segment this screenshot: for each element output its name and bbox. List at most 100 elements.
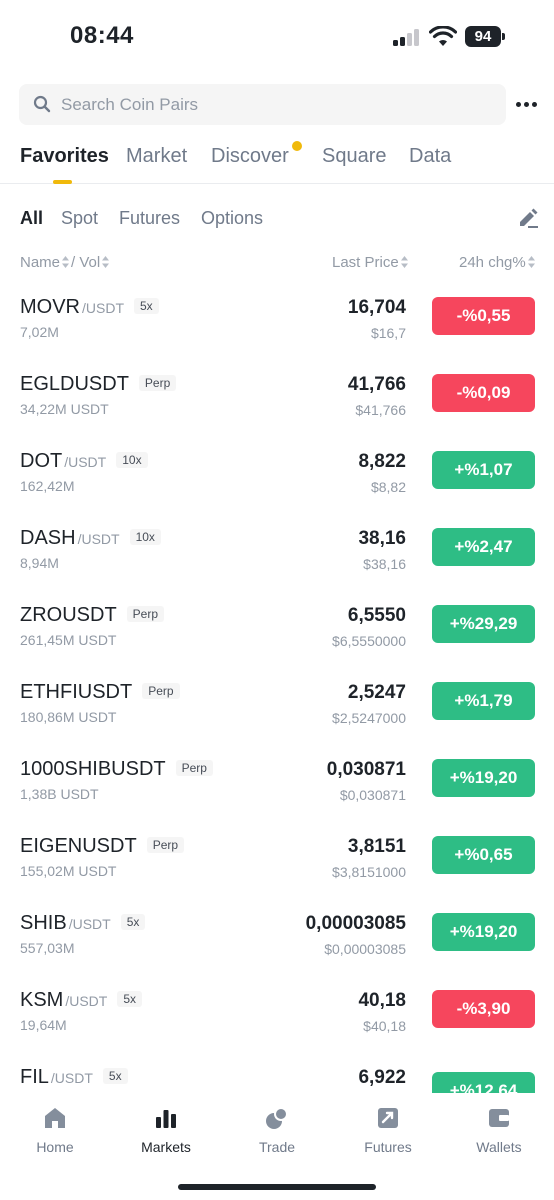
subtab-futures[interactable]: Futures [119, 208, 180, 229]
perp-badge: Perp [138, 375, 177, 391]
subtab-options[interactable]: Options [201, 208, 263, 229]
nav-wallets[interactable]: Wallets [444, 1105, 554, 1155]
change-badge[interactable]: +%0,65 [432, 836, 535, 874]
table-row[interactable]: EIGENUSDT Perp 155,02M USDT 3,8151 $3,815… [0, 835, 554, 911]
tab-square[interactable]: Square [322, 145, 387, 168]
column-header-name[interactable]: Name [20, 254, 60, 271]
change-badge[interactable]: +%19,20 [432, 759, 535, 797]
pair-name: 1000SHIBUSDT Perp [20, 758, 213, 781]
battery-level: 94 [465, 26, 501, 47]
pair-symbol: DOT [20, 450, 63, 472]
nav-label: Home [36, 1139, 74, 1155]
usd-price: $2,5247000 [332, 710, 406, 726]
leverage-badge: 5x [134, 298, 159, 314]
pair-quote: /USDT [77, 531, 120, 547]
subtab-all[interactable]: All [20, 208, 43, 229]
column-header-last-price-label: Last Price [332, 254, 399, 271]
usd-price: $40,18 [363, 1018, 406, 1034]
tab-data[interactable]: Data [409, 145, 451, 168]
column-header-change-label: 24h chg% [459, 254, 526, 271]
tab-discover[interactable]: Discover [211, 145, 289, 168]
table-row[interactable]: ETHFIUSDT Perp 180,86M USDT 2,5247 $2,524… [0, 681, 554, 757]
change-badge[interactable]: -%0,09 [432, 374, 535, 412]
leverage-badge: 10x [129, 529, 161, 545]
pair-symbol: FIL [20, 1066, 49, 1088]
last-price: 2,5247 [347, 682, 406, 703]
sort-icon [400, 256, 408, 268]
last-price: 40,18 [358, 990, 406, 1011]
volume: 7,02M [20, 324, 59, 340]
home-icon [45, 1108, 65, 1128]
usd-price: $3,8151000 [332, 864, 406, 880]
table-row[interactable]: ZROUSDT Perp 261,45M USDT 6,5550 $6,55500… [0, 604, 554, 680]
pair-symbol: EGLDUSDT [20, 373, 129, 395]
volume: 180,86M USDT [20, 709, 117, 725]
trade-icon [266, 1107, 288, 1129]
volume: 1,38B USDT [20, 786, 99, 802]
last-price: 8,822 [358, 451, 406, 472]
nav-futures[interactable]: Futures [333, 1105, 443, 1155]
change-badge[interactable]: +%2,47 [432, 528, 535, 566]
edit-icon[interactable] [517, 207, 539, 229]
tab-market[interactable]: Market [126, 145, 187, 168]
tab-favorites[interactable]: Favorites [20, 145, 109, 168]
column-header-name-vol[interactable]: Name / Vol [20, 254, 111, 271]
volume: 557,03M [20, 940, 75, 956]
table-row[interactable]: EGLDUSDT Perp 34,22M USDT 41,766 $41,766 … [0, 373, 554, 449]
last-price: 0,030871 [326, 759, 406, 780]
change-badge[interactable]: -%0,55 [432, 297, 535, 335]
active-tab-indicator [53, 180, 72, 184]
column-header-vol[interactable]: Vol [79, 254, 100, 271]
nav-label: Wallets [476, 1139, 522, 1155]
pair-symbol: ETHFIUSDT [20, 681, 133, 703]
search-input[interactable]: Search Coin Pairs [19, 84, 506, 125]
change-badge[interactable]: -%3,90 [432, 990, 535, 1028]
pair-quote: /USDT [64, 454, 107, 470]
perp-badge: Perp [142, 683, 180, 699]
last-price: 6,5550 [347, 605, 406, 626]
last-price: 3,8151 [347, 836, 406, 857]
change-badge[interactable]: +%29,29 [432, 605, 535, 643]
pair-quote: /USDT [68, 916, 111, 932]
table-row[interactable]: DOT/USDT 10x 162,42M 8,822 $8,82 +%1,07 [0, 450, 554, 526]
column-header-change[interactable]: 24h chg% [459, 254, 537, 271]
sort-icon [102, 256, 110, 268]
column-header-last-price[interactable]: Last Price [332, 254, 410, 271]
volume: 162,42M [20, 478, 75, 494]
table-row[interactable]: SHIB/USDT 5x 557,03M 0,00003085 $0,000030… [0, 912, 554, 988]
pair-name: DASH/USDT 10x [20, 527, 161, 550]
usd-price: $8,82 [370, 479, 406, 495]
pair-name: KSM/USDT 5x [20, 989, 143, 1012]
pair-name: ETHFIUSDT Perp [20, 681, 180, 704]
table-row[interactable]: KSM/USDT 5x 19,64M 40,18 $40,18 -%3,90 [0, 989, 554, 1065]
nav-label: Trade [258, 1139, 296, 1155]
wallets-icon [489, 1109, 509, 1127]
pair-quote: /USDT [65, 993, 108, 1009]
search-icon [33, 95, 51, 113]
perp-badge: Perp [146, 837, 185, 853]
leverage-badge: 5x [102, 1068, 128, 1084]
usd-price: $41,766 [355, 402, 406, 418]
table-row[interactable]: DASH/USDT 10x 8,94M 38,16 $38,16 +%2,47 [0, 527, 554, 603]
pair-symbol: ZROUSDT [20, 604, 117, 626]
nav-label: Markets [141, 1139, 191, 1155]
subtab-spot[interactable]: Spot [61, 208, 98, 229]
pair-quote: /USDT [82, 300, 124, 316]
pair-symbol: SHIB [20, 912, 67, 934]
change-badge[interactable]: +%1,79 [432, 682, 535, 720]
table-row[interactable]: 1000SHIBUSDT Perp 1,38B USDT 0,030871 $0,… [0, 758, 554, 834]
markets-icon [156, 1110, 176, 1128]
change-badge[interactable]: +%1,07 [432, 451, 535, 489]
usd-price: $6,5550000 [332, 633, 406, 649]
pair-name: MOVR/USDT 5x [20, 296, 159, 319]
pair-quote: /USDT [50, 1070, 93, 1086]
nav-home[interactable]: Home [0, 1105, 110, 1155]
table-row[interactable]: MOVR/USDT 5x 7,02M 16,704 $16,7 -%0,55 [0, 296, 554, 372]
nav-trade[interactable]: Trade [222, 1105, 332, 1155]
nav-markets[interactable]: Markets [111, 1105, 221, 1155]
pair-symbol: 1000SHIBUSDT [20, 758, 166, 780]
last-price: 41,766 [347, 374, 406, 395]
more-options-icon[interactable] [516, 102, 538, 108]
pair-symbol: EIGENUSDT [20, 835, 137, 857]
change-badge[interactable]: +%19,20 [432, 913, 535, 951]
